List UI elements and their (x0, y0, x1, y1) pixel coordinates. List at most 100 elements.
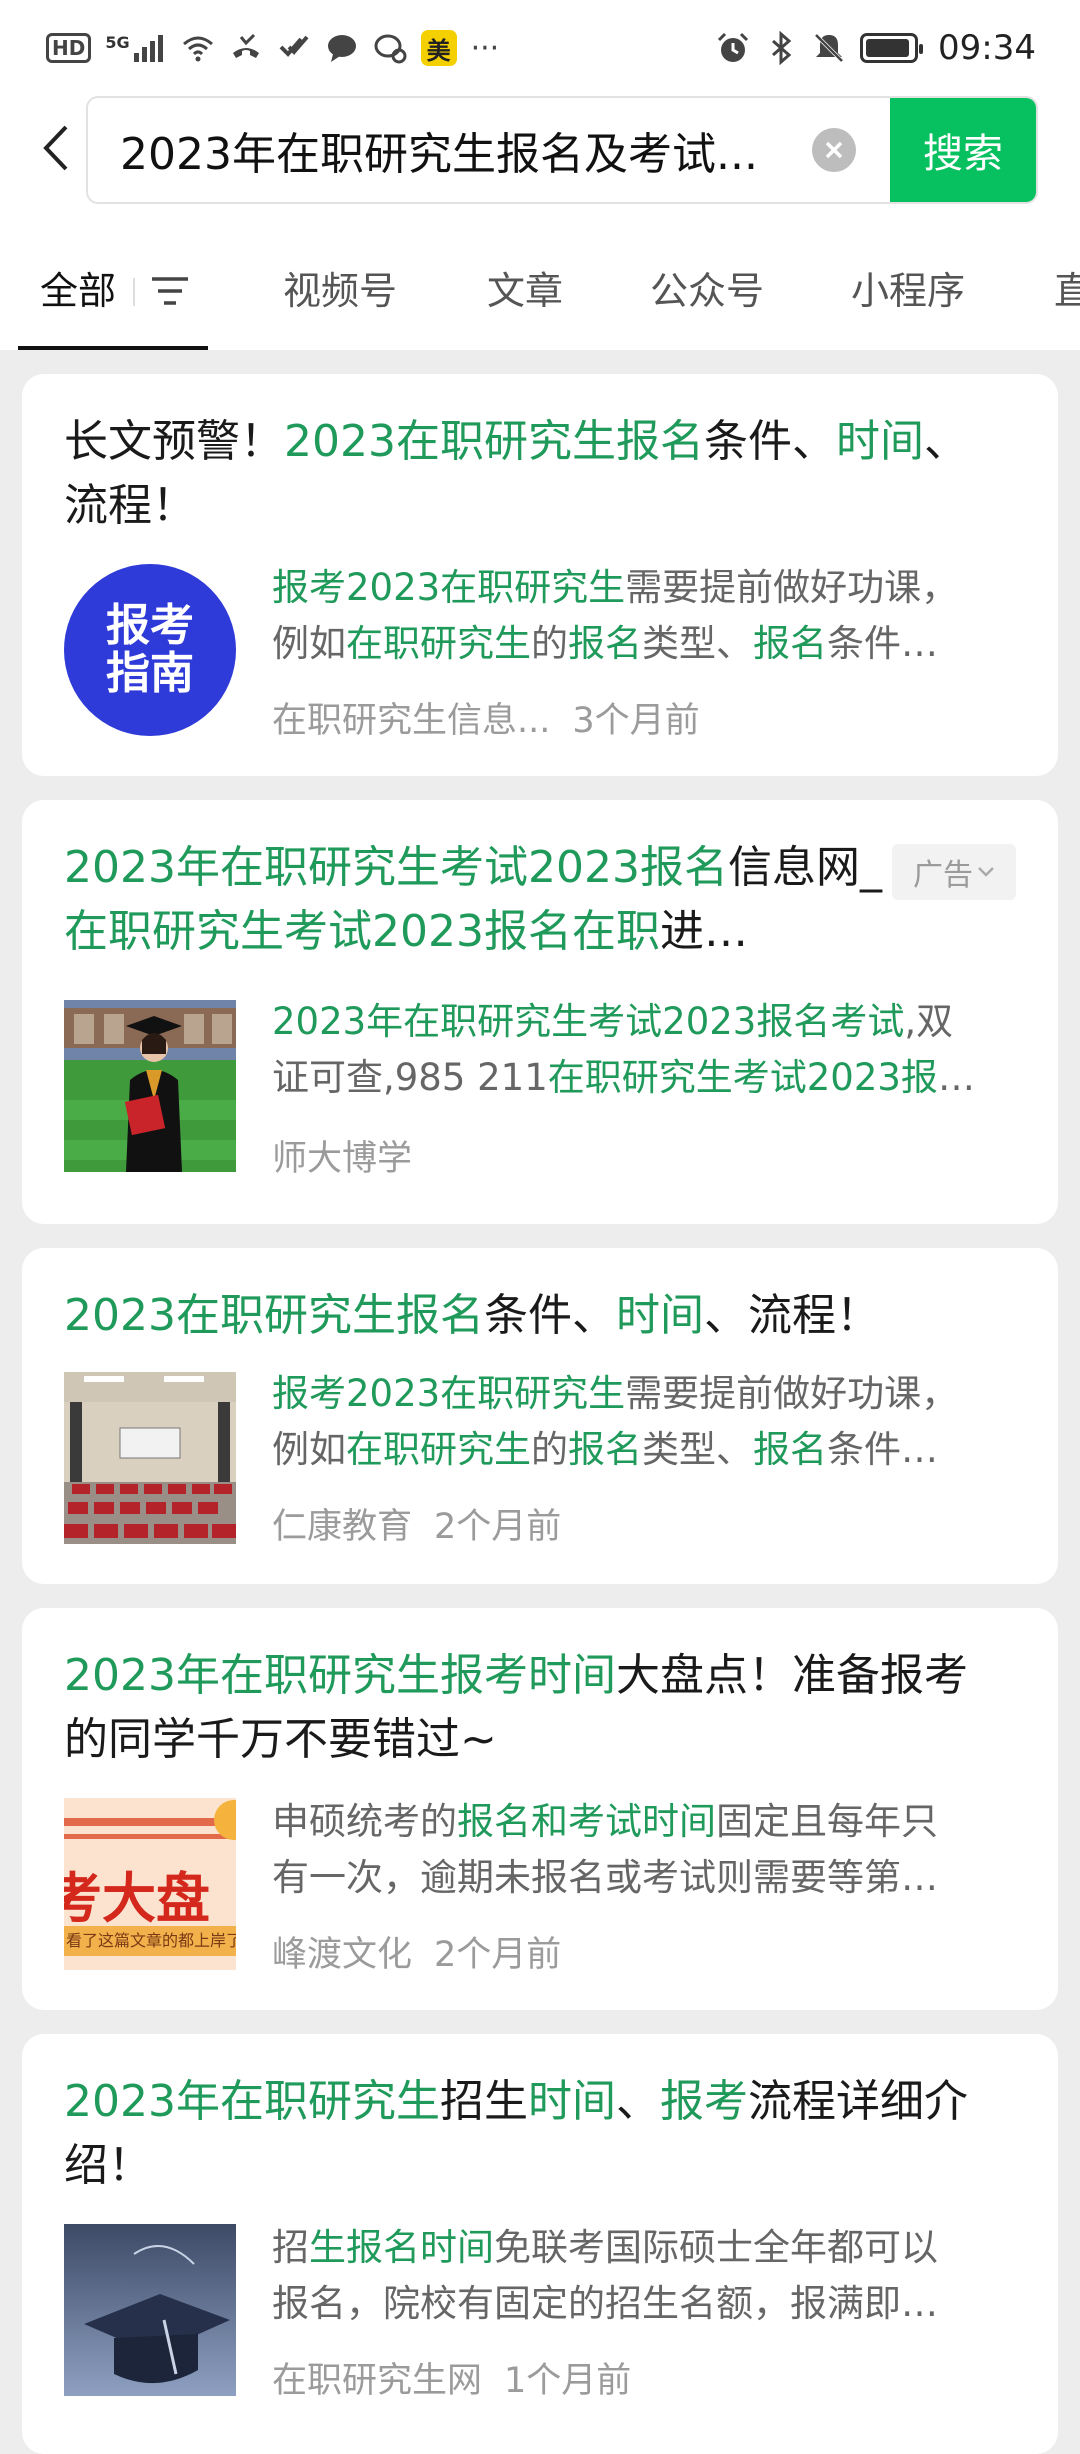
text-segment: ,双 (904, 1000, 954, 1043)
result-meta: 仁康教育 2个月前 (272, 1498, 561, 1549)
status-bar: HD 5G 美 ··· 09:34 (0, 0, 1080, 96)
result-meta: 在职研究生网 1个月前 (272, 2352, 631, 2403)
result-thumbnail (64, 1000, 236, 1172)
check-app-icon (279, 35, 309, 57)
text-segment: 例如 (272, 1428, 346, 1471)
tab-bar: 全部 视频号 文章 公众号 小程序 直 (0, 216, 1080, 350)
graduation-cap-photo (64, 2224, 236, 2396)
text-segment: 、 (615, 2076, 660, 2127)
ad-label: 广告 (913, 858, 973, 893)
text-segment: 信息网_ (727, 842, 882, 893)
highlighted-keyword: 在职研究生考试2023报 (547, 1056, 938, 1099)
text-segment: 的 (531, 622, 568, 665)
text-segment: 类型、 (642, 1428, 753, 1471)
result-meta: 师大博学 (272, 1130, 412, 1181)
result-snippet: 招生报名时间免联考国际硕士全年都可以 报名，院校有固定的招生名额，报满即… (272, 2220, 1012, 2332)
result-snippet: 2023年在职研究生考试2023报名考试,双 证可查,985 211在职研究生考… (272, 994, 1012, 1106)
result-card[interactable]: 长文预警！2023在职研究生报名条件、时间、流程！ 报考指南 报考2023在职研… (22, 374, 1058, 776)
text-segment: 报名，院校有固定的招生名额，报满即… (272, 2282, 938, 2325)
result-source: 峰渡文化 (272, 1935, 413, 1975)
ad-result-card[interactable]: 2023年在职研究生考试2023报名信息网_在职研究生考试2023报名在职进… … (22, 800, 1058, 1224)
thumbnail-subcaption: 看了这篇文章的都上岸了 (64, 1926, 236, 1956)
search-button[interactable]: 搜索 (890, 98, 1036, 202)
clock: 09:34 (938, 28, 1036, 68)
text-segment: 有一次，逾期未报名或考试则需要等第… (272, 1856, 938, 1899)
text-segment: 免联考国际硕士全年都可以 (494, 2226, 938, 2269)
text-segment: 的 (531, 1428, 568, 1471)
result-thumbnail: 报考指南 (64, 564, 236, 736)
result-title: 2023在职研究生报名条件、时间、流程！ (64, 1284, 1004, 1348)
text-segment: 证可查,985 211 (272, 1056, 548, 1099)
tab-all[interactable]: 全部 (40, 260, 116, 315)
text-segment: 申硕统考的 (272, 1800, 457, 1843)
snippet-line: 申硕统考的报名和考试时间固定且每年只 (272, 1794, 1012, 1850)
missed-call-icon (232, 33, 259, 58)
text-segment: 例如 (272, 622, 346, 665)
result-thumbnail: 考大盘 看了这篇文章的都上岸了 (64, 1798, 236, 1970)
snippet-line: 证可查,985 211在职研究生考试2023报… (272, 1050, 1012, 1106)
snippet-line: 例如在职研究生的报名类型、报名条件… (272, 1422, 1012, 1478)
text-segment: 类型、 (642, 622, 753, 665)
search-header: 2023年在职研究生报名及考试... 搜索 (0, 96, 1080, 216)
text-segment: 需要提前做好功课， (625, 1372, 959, 1415)
text-segment: 条件、 (483, 1290, 616, 1341)
graduate-photo (64, 1000, 236, 1172)
result-snippet: 申硕统考的报名和考试时间固定且每年只 有一次，逾期未报名或考试则需要等第… (272, 1794, 1012, 1906)
highlighted-keyword: 2023年在职研究生报考时间 (64, 1650, 616, 1701)
result-meta: 峰渡文化 2个月前 (272, 1926, 561, 1977)
result-time: 2个月前 (434, 1507, 562, 1547)
highlighted-keyword: 在职研究生考试2023报名在职 (64, 906, 660, 957)
result-source: 在职研究生信息... (272, 701, 551, 741)
status-left: HD 5G 美 ··· (46, 30, 499, 66)
result-source: 在职研究生网 (272, 2361, 483, 2401)
search-input[interactable]: 2023年在职研究生报名及考试... (88, 118, 792, 182)
ad-badge[interactable]: 广告 (892, 844, 1016, 900)
snippet-line: 报名，院校有固定的招生名额，报满即… (272, 2276, 1012, 2332)
snippet-line: 招生报名时间免联考国际硕士全年都可以 (272, 2220, 1012, 2276)
result-title: 2023年在职研究生招生时间、报考流程详细介绍！ (64, 2070, 1004, 2198)
result-time: 1个月前 (504, 2361, 632, 2401)
highlighted-keyword: 生报名时间 (309, 2226, 494, 2269)
highlighted-keyword: 报考2023在职研究生 (272, 566, 626, 609)
snippet-line: 2023年在职研究生考试2023报名考试,双 (272, 994, 1012, 1050)
mute-icon (814, 33, 844, 63)
text-segment: 招 (272, 2226, 309, 2269)
text-segment: 长文预警！ (64, 416, 284, 467)
result-title: 长文预警！2023在职研究生报名条件、时间、流程！ (64, 410, 1004, 538)
message-icon (327, 35, 356, 62)
result-snippet: 报考2023在职研究生需要提前做好功课， 例如在职研究生的报名类型、报名条件… (272, 1366, 1012, 1478)
more-notifications-icon: ··· (470, 30, 500, 66)
text-segment: 条件… (827, 1428, 938, 1471)
result-source: 仁康教育 (272, 1507, 413, 1547)
highlighted-keyword: 时间 (615, 1290, 704, 1341)
tab-video[interactable]: 视频号 (283, 260, 397, 315)
highlighted-keyword: 2023在职研究生报名 (64, 1290, 484, 1341)
snippet-line: 有一次，逾期未报名或考试则需要等第… (272, 1850, 1012, 1906)
network-type: 5G (105, 33, 130, 52)
clear-icon[interactable] (812, 128, 856, 172)
chat-bubble-icon (374, 34, 407, 64)
highlighted-keyword: 在职研究生 (346, 1428, 531, 1471)
highlighted-keyword: 报名和考试时间 (457, 1800, 716, 1843)
tab-live[interactable]: 直 (1054, 260, 1080, 315)
back-button[interactable] (30, 118, 80, 178)
result-title: 2023年在职研究生考试2023报名信息网_ 在职研究生考试2023报名在职进… (64, 836, 884, 964)
search-box: 2023年在职研究生报名及考试... 搜索 (86, 96, 1038, 204)
highlighted-keyword: 在职研究生 (346, 622, 531, 665)
highlighted-keyword: 报名 (568, 1428, 642, 1471)
text-segment: 招生 (439, 2076, 528, 2127)
result-card[interactable]: 2023在职研究生报名条件、时间、流程！ 报考2023在职研究生需要提前做好功课… (22, 1248, 1058, 1584)
highlighted-keyword: 2023年在职研究生考试2023报名考试 (272, 1000, 905, 1043)
result-card[interactable]: 2023年在职研究生招生时间、报考流程详细介绍！ 招生报名时间免联考国际硕士全年… (22, 2034, 1058, 2454)
result-snippet: 报考2023在职研究生需要提前做好功课， 例如在职研究生的报名类型、报名条件… (272, 560, 1012, 672)
text-segment: 进… (659, 906, 748, 957)
filter-icon[interactable] (150, 274, 190, 308)
tab-articles[interactable]: 文章 (487, 260, 563, 315)
active-tab-indicator (18, 346, 208, 350)
result-title: 2023年在职研究生报考时间大盘点！准备报考的同学千万不要错过~ (64, 1644, 1004, 1772)
tab-mini-programs[interactable]: 小程序 (851, 260, 965, 315)
tab-official-accounts[interactable]: 公众号 (650, 260, 764, 315)
result-card[interactable]: 2023年在职研究生报考时间大盘点！准备报考的同学千万不要错过~ 考大盘 看了这… (22, 1608, 1058, 2010)
text-segment: 条件、 (703, 416, 836, 467)
result-thumbnail (64, 1372, 236, 1544)
